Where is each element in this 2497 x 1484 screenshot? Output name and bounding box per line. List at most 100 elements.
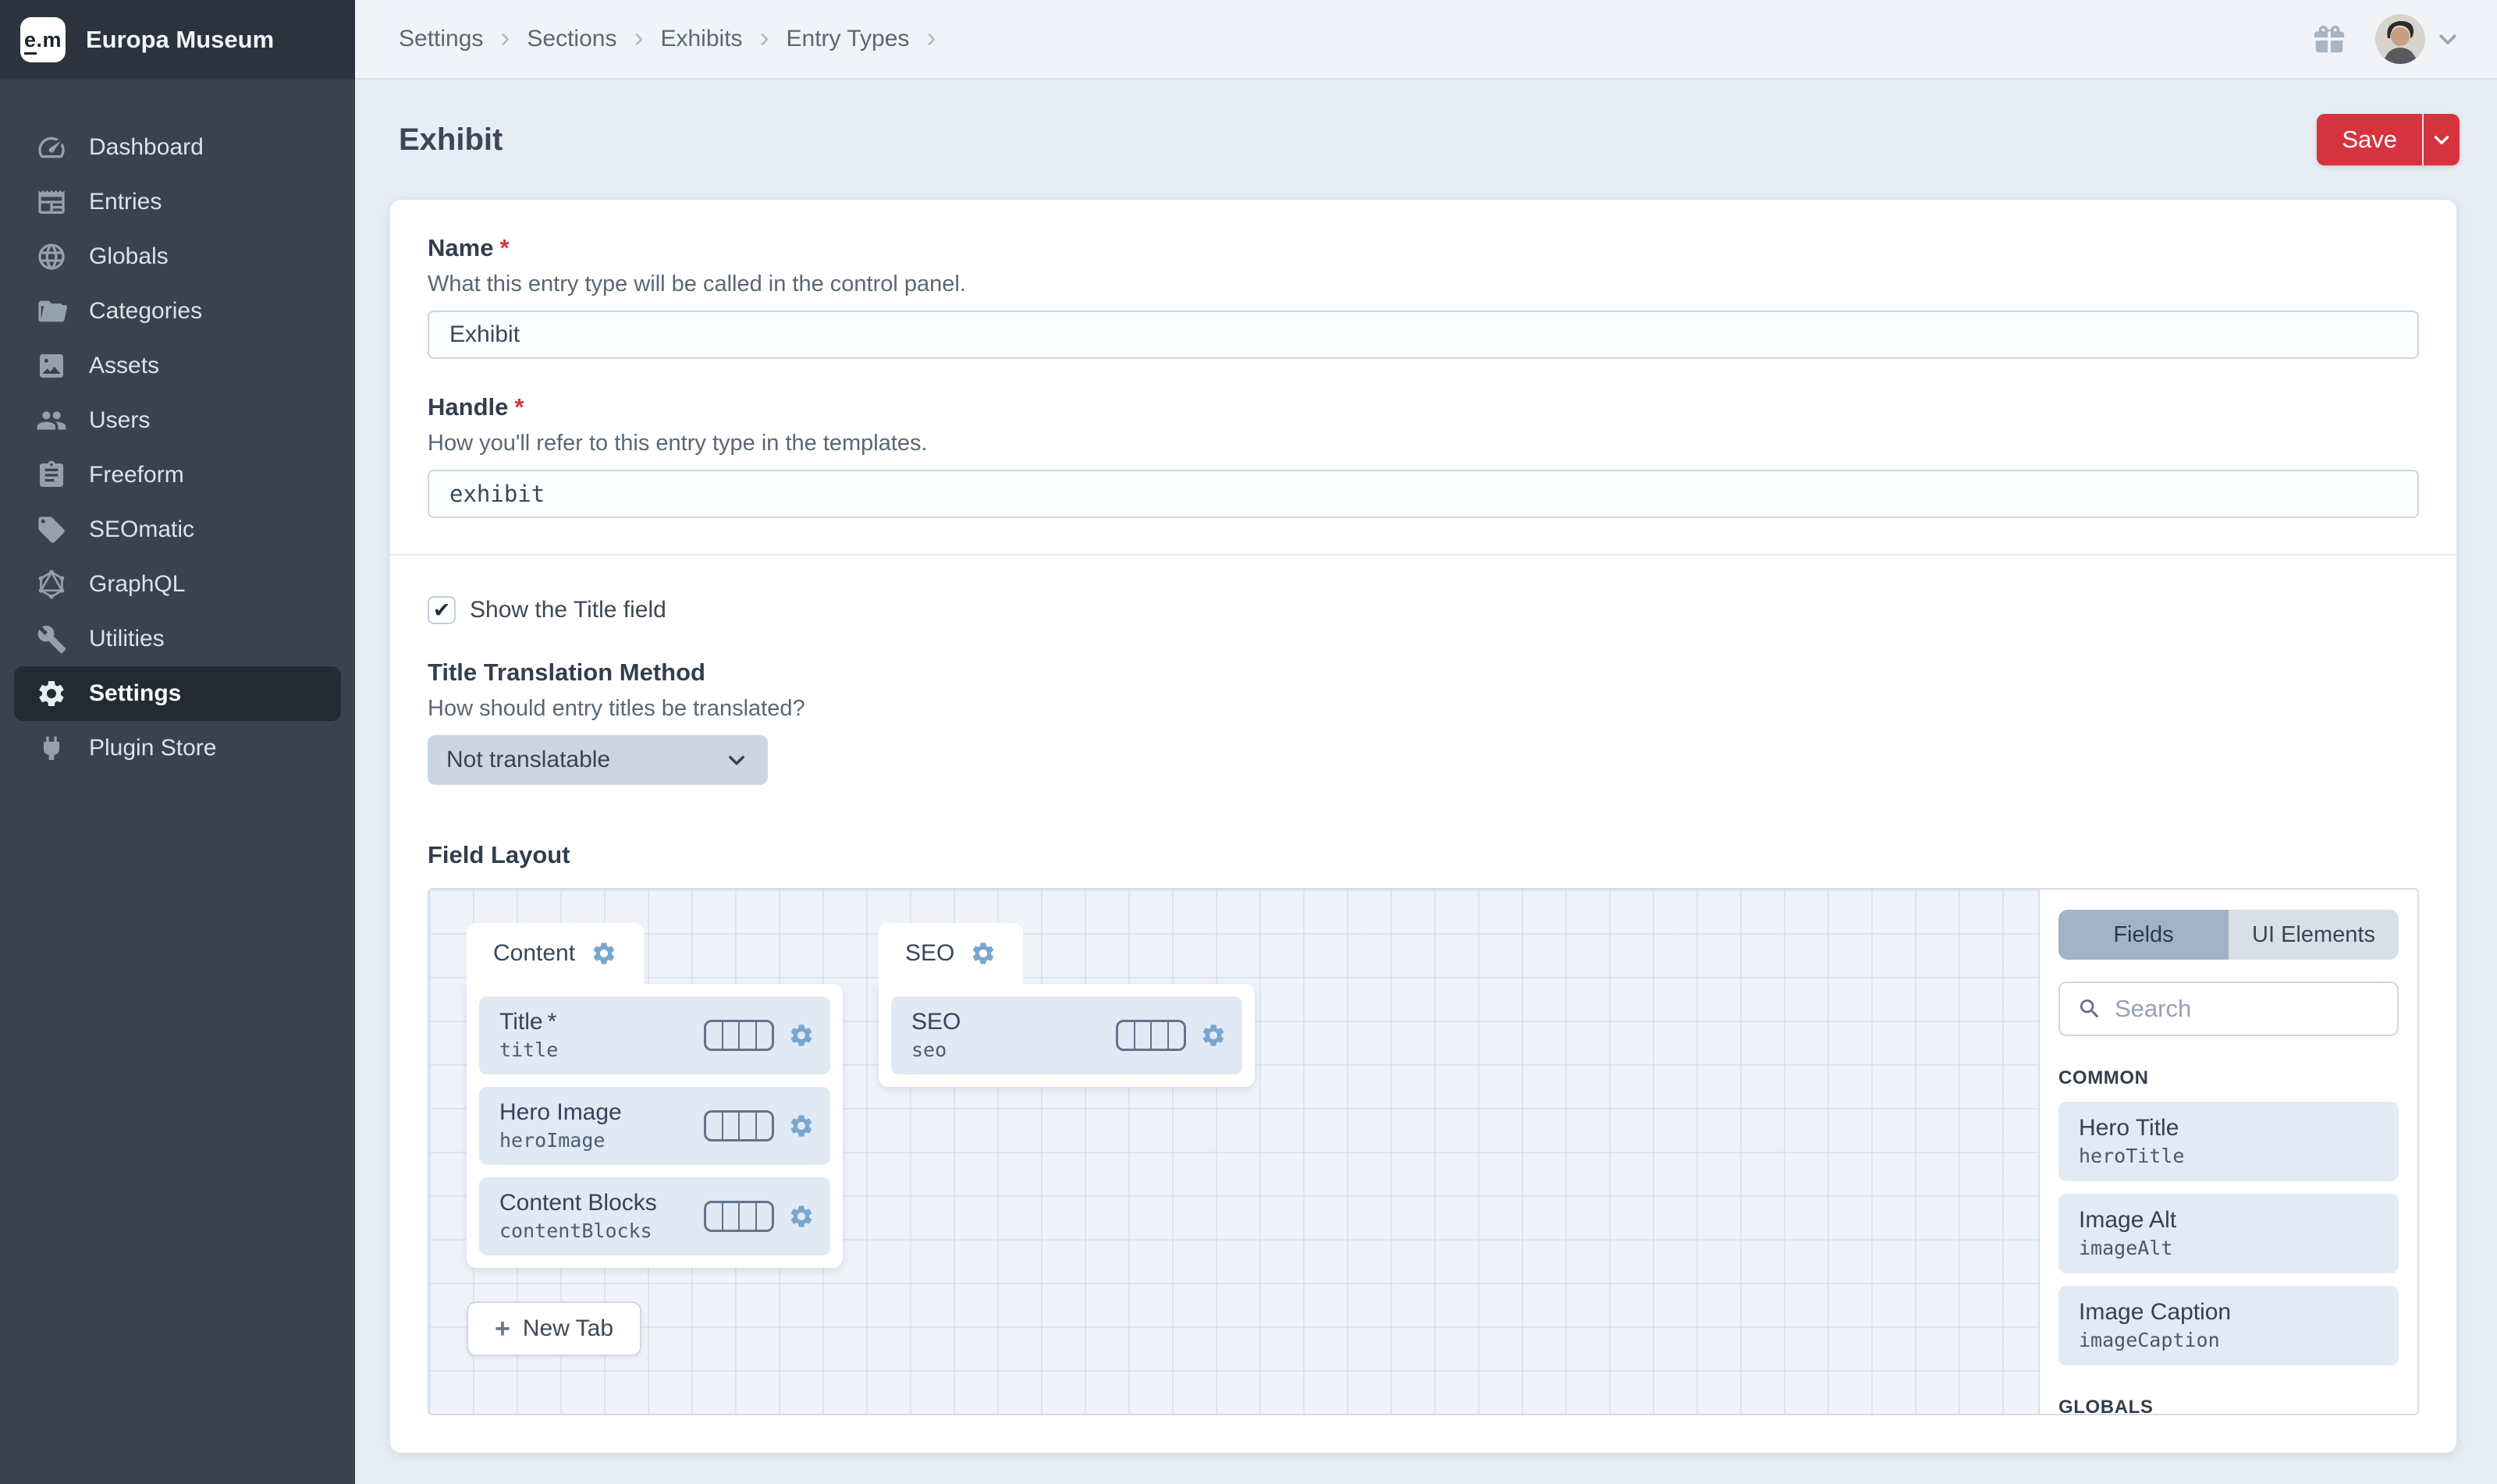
field-settings-gear-icon[interactable] (788, 1113, 815, 1139)
field-layout-label: Field Layout (428, 841, 2419, 869)
app-header[interactable]: e.m Europa Museum (0, 0, 355, 80)
group-heading-globals: GLOBALS (2058, 1397, 2399, 1415)
topbar-actions (2311, 14, 2460, 64)
handle-field: Handle* How you'll refer to this entry t… (428, 393, 2419, 518)
field-width-picker[interactable] (704, 1020, 774, 1051)
layout-field-hero-image[interactable]: Hero Image heroImage (479, 1087, 830, 1165)
field-search[interactable] (2058, 982, 2399, 1036)
field-width-picker[interactable] (704, 1110, 774, 1141)
app-title: Europa Museum (86, 26, 274, 54)
image-icon (36, 350, 67, 382)
entry-type-form-card: Name* What this entry type will be calle… (390, 200, 2456, 1453)
sidebar-item-entries[interactable]: Entries (14, 175, 341, 229)
sidebar-item-freeform[interactable]: Freeform (14, 448, 341, 502)
sidebar-item-users[interactable]: Users (14, 393, 341, 448)
user-menu[interactable] (2375, 14, 2460, 64)
breadcrumb-separator: › (926, 23, 936, 51)
show-title-checkbox-row[interactable]: ✔ Show the Title field (428, 596, 2419, 624)
picker-field-image-caption[interactable]: Image Caption imageCaption (2058, 1286, 2399, 1365)
sidebar-item-globals[interactable]: Globals (14, 229, 341, 284)
breadcrumb-entry-types[interactable]: Entry Types (787, 26, 910, 52)
topbar: Settings › Sections › Exhibits › Entry T… (355, 0, 2497, 80)
search-input[interactable] (2115, 995, 2419, 1023)
globe-icon (36, 241, 67, 272)
name-field: Name* What this entry type will be calle… (428, 234, 2419, 359)
breadcrumb-exhibits[interactable]: Exhibits (660, 26, 742, 52)
section-divider (390, 554, 2456, 556)
required-asterisk: * (548, 1009, 557, 1035)
chevron-down-icon (726, 749, 748, 771)
gear-icon (36, 678, 67, 709)
show-title-checkbox[interactable]: ✔ (428, 596, 456, 624)
breadcrumb: Settings › Sections › Exhibits › Entry T… (399, 25, 936, 53)
tab-header-seo[interactable]: SEO (879, 923, 1023, 984)
avatar[interactable] (2375, 14, 2425, 64)
tab-fields[interactable]: Fields (2058, 910, 2229, 960)
plus-icon: + (495, 1315, 510, 1342)
translation-method-select[interactable]: Not translatable (428, 735, 768, 785)
sidebar-item-plugin-store[interactable]: Plugin Store (14, 721, 341, 776)
sidebar-item-seomatic[interactable]: SEOmatic (14, 502, 341, 557)
tab-settings-gear-icon[interactable] (591, 940, 617, 967)
handle-instructions: How you'll refer to this entry type in t… (428, 429, 2419, 457)
gauge-icon (36, 132, 67, 163)
field-width-picker[interactable] (1116, 1020, 1186, 1051)
search-icon (2077, 996, 2102, 1021)
tab-settings-gear-icon[interactable] (970, 940, 996, 967)
sidebar-item-utilities[interactable]: Utilities (14, 612, 341, 666)
clipboard-icon (36, 460, 67, 491)
save-menu-button[interactable] (2422, 114, 2460, 165)
page-header: Exhibit Save (355, 80, 2497, 200)
sidebar-item-graphql[interactable]: GraphQL (14, 557, 341, 612)
field-layout-workspace: Content Title * title (429, 889, 2038, 1414)
layout-field-content-blocks[interactable]: Content Blocks contentBlocks (479, 1177, 830, 1255)
layout-field-seo[interactable]: SEO seo (891, 996, 1242, 1074)
picker-field-hero-title[interactable]: Hero Title heroTitle (2058, 1102, 2399, 1181)
new-tab-button[interactable]: + New Tab (467, 1301, 641, 1356)
picker-field-image-alt[interactable]: Image Alt imageAlt (2058, 1194, 2399, 1273)
layout-tab-content: Content Title * title (467, 923, 843, 1268)
breadcrumb-settings[interactable]: Settings (399, 26, 483, 52)
app-logo: e.m (20, 17, 66, 62)
wrench-icon (36, 623, 67, 655)
graphql-icon (36, 569, 67, 600)
handle-label: Handle (428, 393, 508, 421)
translation-method-field: Title Translation Method How should entr… (428, 659, 2419, 785)
sidebar-item-settings[interactable]: Settings (14, 666, 341, 721)
gift-icon[interactable] (2311, 21, 2347, 57)
sidebar-item-assets[interactable]: Assets (14, 339, 341, 393)
required-asterisk: * (499, 234, 509, 261)
tab-ui-elements[interactable]: UI Elements (2229, 910, 2399, 960)
translation-method-label: Title Translation Method (428, 659, 2419, 687)
newspaper-icon (36, 186, 67, 218)
users-icon (36, 405, 67, 436)
tab-panel-seo: SEO seo (879, 984, 1255, 1087)
group-heading-common: COMMON (2058, 1067, 2399, 1089)
tab-header-content[interactable]: Content (467, 923, 644, 984)
field-settings-gear-icon[interactable] (788, 1022, 815, 1049)
field-settings-gear-icon[interactable] (1200, 1022, 1227, 1049)
layout-field-title[interactable]: Title * title (479, 996, 830, 1074)
breadcrumb-sections[interactable]: Sections (527, 26, 616, 52)
page-title: Exhibit (399, 122, 503, 158)
field-width-picker[interactable] (704, 1201, 774, 1232)
sidebar-item-categories[interactable]: Categories (14, 284, 341, 339)
chevron-down-icon[interactable] (2436, 27, 2460, 51)
folder-icon (36, 296, 67, 327)
translation-method-instructions: How should entry titles be translated? (428, 694, 2419, 722)
name-label: Name (428, 234, 493, 261)
plug-icon (36, 733, 67, 764)
handle-input[interactable] (428, 470, 2419, 518)
layout-tab-seo: SEO SEO seo (879, 923, 1255, 1087)
breadcrumb-separator: › (760, 23, 769, 51)
chevron-down-icon (2431, 130, 2452, 150)
sidebar: e.m Europa Museum Dashboard Entries Glob… (0, 0, 355, 1484)
tag-icon (36, 514, 67, 545)
save-button[interactable]: Save (2317, 114, 2422, 165)
field-settings-gear-icon[interactable] (788, 1203, 815, 1230)
sidebar-item-dashboard[interactable]: Dashboard (14, 120, 341, 175)
name-input[interactable] (428, 311, 2419, 359)
tab-panel-content: Title * title Hero Image heroImage (467, 984, 843, 1268)
field-picker-panel: Fields UI Elements COMMON Hero Title her… (2038, 889, 2417, 1414)
field-layout-designer: Content Title * title (428, 888, 2419, 1415)
